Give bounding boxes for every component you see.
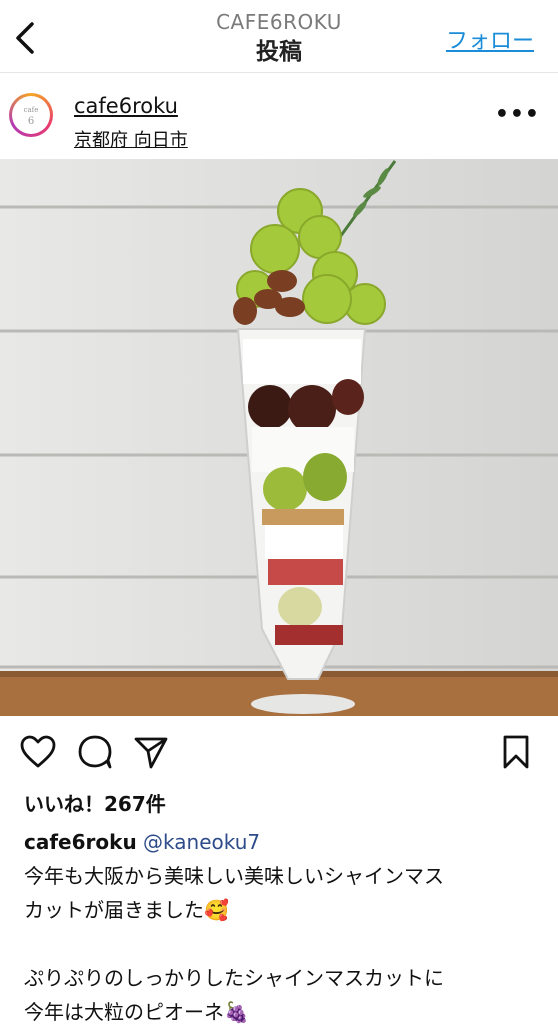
avatar[interactable]: cafe 6 [9,93,53,137]
caption: cafe6roku @kaneoku7 今年も大阪から美味しい美味しいシャインマ… [24,825,544,1029]
caption-line: 今年も大阪から美味しい美味しいシャインマス [24,864,444,888]
heart-icon[interactable] [20,734,56,770]
caption-username[interactable]: cafe6roku [24,830,137,854]
more-icon[interactable]: ••• [495,102,540,127]
caption-header: cafe6roku @kaneoku7 [24,825,544,859]
username-link[interactable]: cafe6roku [74,94,178,118]
avatar-number: 6 [27,116,35,127]
top-bar: CAFE6ROKU 投稿 フォロー [0,0,558,73]
caption-line: ぷりぷりのしっかりしたシャインマスカットに [24,966,444,990]
avatar-logo: cafe 6 [12,96,50,134]
share-icon[interactable] [133,734,169,770]
action-bar [0,722,558,782]
bookmark-icon[interactable] [498,734,534,770]
mention-link[interactable]: @kaneoku7 [143,830,260,854]
caption-line: カットが届きました🥰 [24,898,229,922]
comment-icon[interactable] [77,734,113,770]
location-link[interactable]: 京都府 向日市 [74,126,188,152]
avatar-text: cafe [23,106,39,114]
like-count[interactable]: いいね！267件 [24,788,166,817]
follow-button[interactable]: フォロー [446,23,534,55]
caption-line [24,927,544,961]
post-photo[interactable] [0,159,558,716]
post-header: cafe 6 cafe6roku 京都府 向日市 ••• [0,72,558,159]
parfait-image [0,159,558,716]
